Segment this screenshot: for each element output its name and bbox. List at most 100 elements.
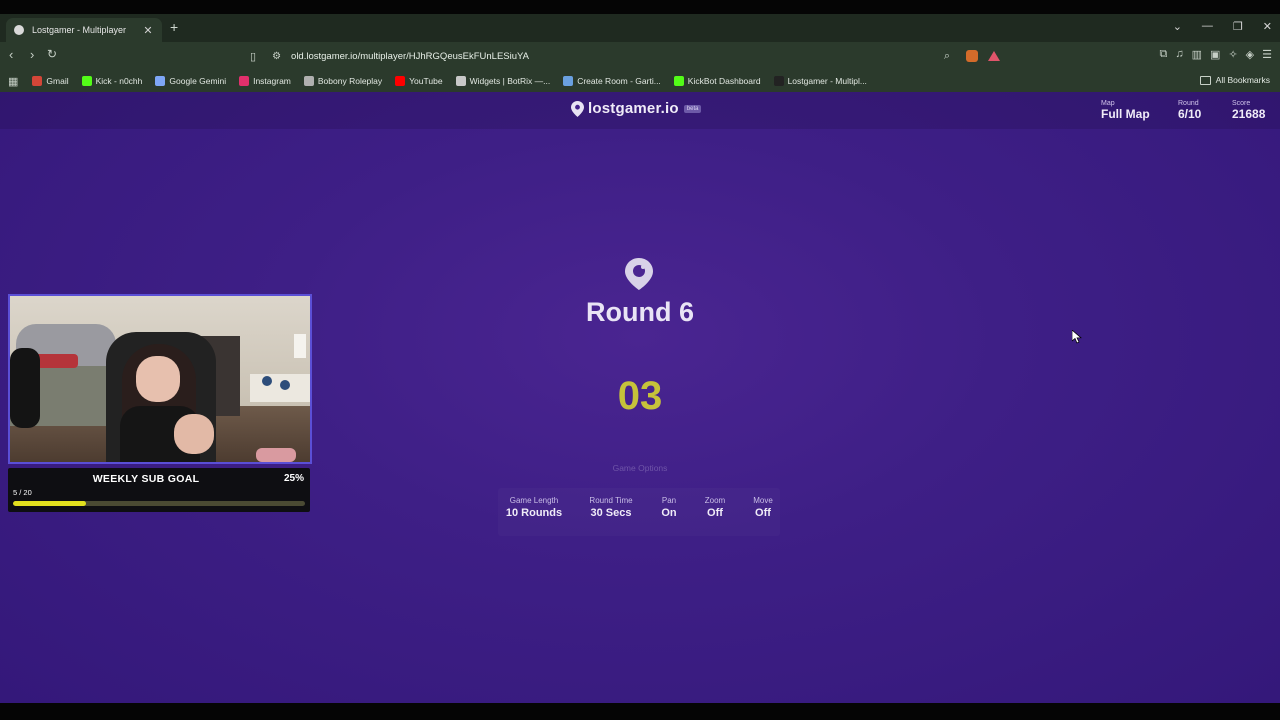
round-stat: Round 6/10 — [1178, 100, 1201, 121]
bookmark-label: Gmail — [46, 76, 69, 86]
bookmark-label: Google Gemini — [169, 76, 227, 86]
bookmark-list: Gmail Kick - n0chh Google Gemini Instagram B… — [32, 76, 880, 86]
wallet-icon[interactable]: ▣ — [1210, 48, 1220, 61]
bookmark-favicon-icon — [773, 76, 784, 86]
beta-badge: beta — [683, 104, 702, 113]
bookmark-favicon-icon — [303, 76, 314, 86]
score-value: 21688 — [1232, 107, 1266, 121]
round-label: Round — [1178, 100, 1199, 107]
bookmark-label: Bobony Roleplay — [317, 76, 383, 86]
bookmark-item[interactable]: Lostgamer - Multipl... — [773, 76, 867, 86]
location-pin-icon — [571, 100, 584, 117]
bookmark-favicon-icon — [32, 76, 43, 86]
round-title: Round 6 — [586, 297, 694, 327]
window-controls: ⌄ — ❐ ✕ — [1173, 20, 1272, 33]
bookmark-item[interactable]: Create Room - Garti... — [563, 76, 661, 86]
url-text[interactable]: old.lostgamer.io/multiplayer/HJhRGQeusEk… — [291, 51, 944, 62]
logo[interactable]: lostgamer.io beta — [571, 100, 702, 117]
new-tab-icon[interactable]: + — [170, 19, 178, 35]
sub-goal-progress-track — [13, 501, 305, 506]
bookmark-favicon-icon — [155, 76, 166, 86]
bookmark-item[interactable]: Widgets | BotRix —... — [455, 76, 550, 86]
bookmark-label: KickBot Dashboard — [687, 76, 761, 86]
tab-strip: Lostgamer - Multiplayer ✕ + ⌄ — ❐ ✕ — [0, 14, 1280, 42]
zoom-icon[interactable]: ⌕ — [944, 50, 950, 63]
map-label: Map — [1101, 100, 1115, 107]
option-round-time: Round Time 30 Secs — [583, 496, 639, 519]
option-label: Zoom — [704, 496, 726, 505]
option-value: Off — [755, 507, 771, 519]
media-icon[interactable]: ♫ — [1175, 48, 1183, 61]
leo-icon[interactable]: ✧ — [1228, 48, 1237, 61]
game-page: lostgamer.io beta Map Full Map Round 6/1… — [0, 92, 1280, 703]
bookmark-favicon-icon — [395, 76, 406, 86]
bookmark-item[interactable]: Gmail — [32, 76, 69, 86]
sub-goal-progress-fill — [13, 501, 86, 506]
logo-text: lostgamer.io — [588, 100, 679, 117]
vpn-icon[interactable]: ◈ — [1246, 48, 1254, 61]
bookmark-item[interactable]: Bobony Roleplay — [303, 76, 383, 86]
bookmark-label: Lostgamer - Multipl... — [787, 76, 867, 86]
apps-grid-icon[interactable]: ▦ — [8, 75, 18, 88]
bookmark-item[interactable]: Kick - n0chh — [81, 76, 142, 86]
letterbox-top — [0, 0, 1280, 14]
bookmark-label: Instagram — [253, 76, 291, 86]
brave-shield-icon[interactable] — [966, 50, 978, 62]
option-value: Off — [707, 507, 723, 519]
close-window-icon[interactable]: ✕ — [1263, 20, 1272, 33]
round-value: 6/10 — [1178, 107, 1202, 121]
option-move: Move Off — [748, 496, 778, 519]
tab-lostgamer[interactable]: Lostgamer - Multiplayer ✕ — [6, 18, 162, 42]
option-value: On — [661, 507, 677, 519]
option-label: Pan — [661, 496, 677, 505]
browser-chrome: Lostgamer - Multiplayer ✕ + ⌄ — ❐ ✕ ‹ › … — [0, 14, 1280, 92]
address-bar[interactable]: ▯ ⚙ old.lostgamer.io/multiplayer/HJhRGQe… — [250, 46, 1000, 66]
forward-icon[interactable]: › — [30, 47, 34, 62]
streamer-arm — [174, 414, 214, 454]
extension-icons: ⧉ ♫ ▥ ▣ ✧ ◈ ☰ — [1160, 48, 1272, 61]
mouse-cursor-icon — [1072, 330, 1082, 344]
option-value: 10 Rounds — [505, 507, 563, 519]
webcam-drinks — [256, 448, 296, 462]
countdown-timer: 03 — [617, 374, 663, 418]
bookmark-icon[interactable]: ▯ — [250, 50, 256, 63]
all-bookmarks-label: All Bookmarks — [1215, 75, 1270, 85]
tab-close-icon[interactable]: ✕ — [142, 24, 154, 37]
microphone — [10, 348, 40, 428]
tab-search-icon[interactable]: ⌄ — [1173, 20, 1182, 33]
bookmark-favicon-icon — [455, 76, 466, 86]
all-bookmarks-button[interactable]: All Bookmarks — [1199, 75, 1270, 85]
option-label: Round Time — [589, 496, 633, 505]
bookmark-item[interactable]: YouTube — [395, 76, 443, 86]
toolbar: ‹ › ↻ ▯ ⚙ old.lostgamer.io/multiplayer/H… — [0, 42, 1280, 70]
folder-icon — [1199, 75, 1211, 85]
back-icon[interactable]: ‹ — [9, 47, 13, 62]
brave-rewards-icon[interactable] — [988, 51, 1000, 61]
webcam-overlay — [8, 294, 312, 464]
streamer-face — [136, 356, 180, 402]
score-stat: Score 21688 — [1232, 100, 1265, 121]
option-pan: Pan On — [654, 496, 684, 519]
bookmark-label: YouTube — [409, 76, 443, 86]
sub-goal-widget: WEEKLY SUB GOAL 25% 5 / 20 — [8, 468, 310, 512]
menu-icon[interactable]: ☰ — [1262, 48, 1272, 61]
option-value: 30 Secs — [590, 507, 632, 519]
bookmark-favicon-icon — [81, 76, 92, 86]
bookmark-label: Create Room - Garti... — [577, 76, 661, 86]
restore-icon[interactable]: ❐ — [1233, 20, 1243, 33]
letterbox-bottom — [0, 703, 1280, 720]
bookmark-favicon-icon — [563, 76, 574, 86]
site-info-icon[interactable]: ⚙ — [272, 51, 281, 62]
bookmarks-bar: ▦ Gmail Kick - n0chh Google Gemini Instagra… — [0, 70, 1280, 92]
bookmark-item[interactable]: KickBot Dashboard — [673, 76, 761, 86]
bookmark-item[interactable]: Instagram — [239, 76, 291, 86]
extensions-icon[interactable]: ⧉ — [1160, 48, 1168, 61]
webcam-stool — [262, 376, 272, 386]
reload-icon[interactable]: ↻ — [47, 47, 57, 61]
tab-title: Lostgamer - Multiplayer — [32, 25, 127, 35]
sidebar-icon[interactable]: ▥ — [1192, 48, 1202, 61]
bookmark-favicon-icon — [239, 76, 250, 86]
game-pin-icon — [625, 258, 653, 290]
bookmark-item[interactable]: Google Gemini — [155, 76, 226, 86]
minimize-icon[interactable]: — — [1202, 20, 1213, 33]
